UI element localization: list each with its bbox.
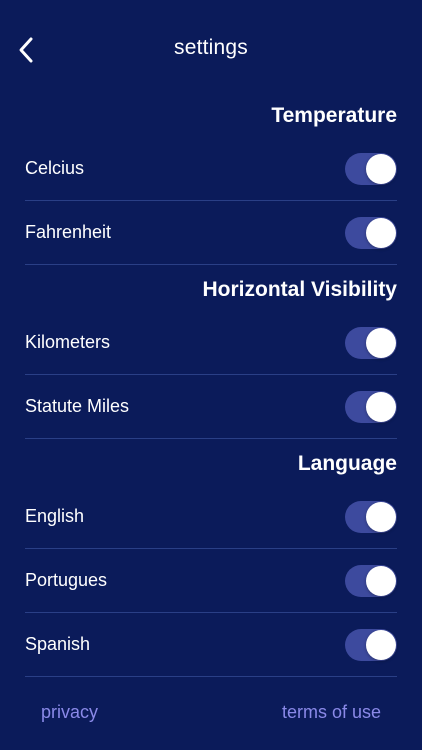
kilometers-toggle[interactable] <box>345 326 397 359</box>
toggle-knob <box>366 501 396 532</box>
settings-list: Temperature Celcius Fahrenheit Horizonta… <box>25 95 397 677</box>
setting-label: Spanish <box>25 634 91 654</box>
footer: privacy terms of use <box>0 690 422 736</box>
setting-row-celcius: Celcius <box>25 137 397 201</box>
privacy-link[interactable]: privacy <box>41 702 98 723</box>
setting-label: Portugues <box>25 570 108 590</box>
section-title-visibility: Horizontal Visibility <box>202 278 397 301</box>
toggle-knob <box>366 629 396 660</box>
celcius-toggle[interactable] <box>345 152 397 185</box>
toggle-knob <box>366 565 396 596</box>
section-title-temperature: Temperature <box>271 104 397 127</box>
page-title: settings <box>174 36 248 59</box>
spanish-toggle[interactable] <box>345 628 397 661</box>
setting-row-kilometers: Kilometers <box>25 311 397 375</box>
statute-miles-toggle[interactable] <box>345 390 397 423</box>
terms-of-use-link[interactable]: terms of use <box>282 702 381 723</box>
setting-row-english: English <box>25 485 397 549</box>
section-title-language: Language <box>297 452 397 475</box>
fahrenheit-toggle[interactable] <box>345 216 397 249</box>
english-toggle[interactable] <box>345 500 397 533</box>
setting-label: Celcius <box>25 158 85 178</box>
setting-row-portugues: Portugues <box>25 549 397 613</box>
setting-row-fahrenheit: Fahrenheit <box>25 201 397 265</box>
toggle-knob <box>366 391 396 422</box>
toggle-knob <box>366 153 396 184</box>
setting-row-spanish: Spanish <box>25 613 397 677</box>
toggle-knob <box>366 217 396 248</box>
setting-label: Statute Miles <box>25 396 130 416</box>
setting-row-statute-miles: Statute Miles <box>25 375 397 439</box>
setting-label: English <box>25 506 85 526</box>
setting-label: Kilometers <box>25 332 111 352</box>
portugues-toggle[interactable] <box>345 564 397 597</box>
setting-label: Fahrenheit <box>25 222 112 242</box>
toggle-knob <box>366 327 396 358</box>
header: settings <box>0 0 422 100</box>
